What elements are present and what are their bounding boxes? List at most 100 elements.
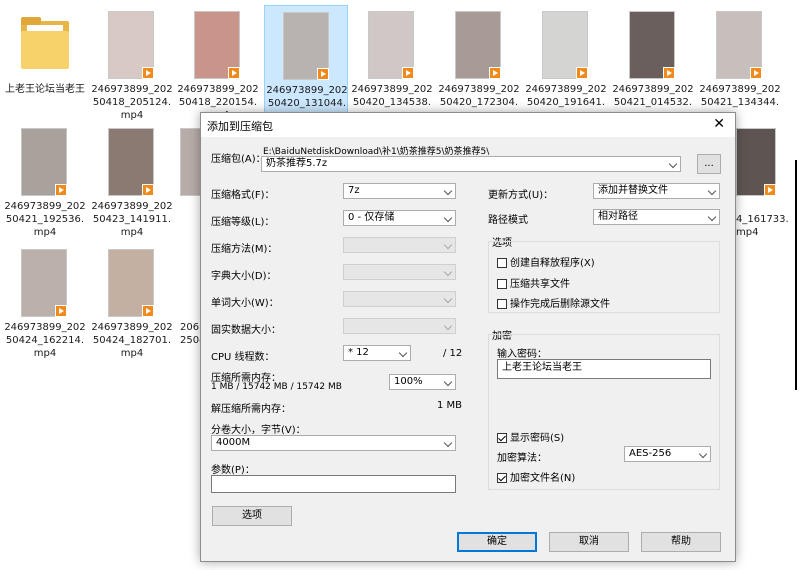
file-name-line: 50418_205124.: [92, 97, 172, 108]
level-value: 0 - 仅存储: [348, 212, 395, 223]
file-name-line: 50424_162214.: [5, 335, 85, 346]
checkbox-box: [497, 299, 507, 309]
format-combo[interactable]: 7z: [343, 183, 456, 199]
file-name-line: mp4: [33, 227, 57, 238]
method-combo[interactable]: [343, 237, 456, 253]
file-name-line: mp4: [33, 348, 57, 359]
volume-label: 分卷大小，字节(V)：: [211, 425, 306, 436]
video-file[interactable]: 246973899_202 50420_191641.: [524, 5, 608, 119]
format-label: 压缩格式(F)：: [211, 190, 275, 201]
video-file-partial[interactable]: 206 2504: [176, 243, 205, 357]
checkbox-box-checked: [497, 473, 507, 483]
chevron-down-icon: [443, 321, 453, 331]
cpu-combo[interactable]: * 12: [343, 345, 411, 361]
video-play-icon: [489, 67, 501, 79]
dict-combo[interactable]: [343, 264, 456, 280]
word-combo[interactable]: [343, 291, 456, 307]
options-button[interactable]: 选项: [212, 506, 292, 526]
solid-combo[interactable]: [343, 318, 456, 334]
video-file[interactable]: 246973899_202 50421_134344.: [698, 5, 782, 119]
show-password-label: 显示密码(S): [510, 433, 565, 444]
file-name-line: 246973899_202: [612, 84, 694, 95]
file-name-line: 246973899_202: [4, 201, 86, 212]
video-file[interactable]: 246973899_202 50420_172304.: [437, 5, 521, 119]
file-name-line: 50420_191641.: [526, 97, 606, 108]
chevron-down-icon: [443, 267, 453, 277]
params-input[interactable]: [211, 475, 456, 493]
solid-label: 固实数据大小：: [211, 325, 281, 336]
video-file[interactable]: 246973899_202 50421_192536. mp4: [3, 122, 87, 238]
file-name-line: 246973899_202: [177, 84, 259, 95]
archive-name-combo[interactable]: 奶茶推荐5.7z: [261, 156, 681, 172]
chevron-down-icon: [443, 213, 453, 223]
mem-decomp-label: 解压缩所需内存：: [211, 404, 291, 415]
file-name-line: 50420_131044.: [267, 98, 347, 109]
video-file[interactable]: 246973899_202 50420_134538.: [350, 5, 434, 119]
chevron-down-icon: [668, 159, 678, 169]
file-name-line: 246973899_202: [91, 201, 173, 212]
encrypt-names-label: 加密文件名(N): [510, 473, 576, 484]
video-file[interactable]: 246973899_202 50423_141911. mp4: [90, 122, 174, 238]
video-file-partial[interactable]: 4_161733. mp4: [726, 122, 796, 238]
password-input[interactable]: 上老王论坛当老王: [497, 359, 711, 379]
chevron-down-icon: [443, 186, 453, 196]
file-name-line: mp4: [120, 348, 144, 359]
dialog-title: 添加到压缩包: [207, 120, 273, 133]
video-play-icon: [142, 67, 154, 79]
chevron-down-icon: [698, 449, 708, 459]
mem-percent-combo[interactable]: 100%: [389, 374, 456, 390]
mem-percent-value: 100%: [394, 376, 423, 387]
add-to-archive-dialog: 添加到压缩包 ✕ 压缩包(A)： E:\BaiduNetdiskDownload…: [200, 112, 736, 562]
file-name-line: 50423_141911.: [92, 214, 172, 225]
sfx-checkbox[interactable]: 创建自释放程序(X): [497, 254, 595, 269]
word-label: 单词大小(W)：: [211, 298, 279, 309]
video-play-icon: [142, 184, 154, 196]
help-button[interactable]: 帮助: [641, 532, 721, 552]
video-file[interactable]: 246973899_202 50418_205124. mp4: [90, 5, 174, 121]
archive-name-value: 奶茶推荐5.7z: [266, 158, 328, 169]
format-value: 7z: [348, 185, 360, 196]
video-file-selected[interactable]: 246973899_202 50420_131044.: [264, 5, 348, 119]
enc-method-combo[interactable]: AES-256: [624, 446, 711, 462]
file-name-line: 50421_192536.: [5, 214, 85, 225]
file-name-line: 246973899_202: [699, 84, 781, 95]
level-label: 压缩等级(L)：: [211, 217, 275, 228]
folder-icon: [21, 17, 69, 69]
video-play-icon: [576, 67, 588, 79]
video-file[interactable]: 246973899_20250418_220154.mp4: [176, 5, 260, 121]
delete-checkbox[interactable]: 操作完成后删除源文件: [497, 295, 610, 310]
file-name-line: 50424_182701.: [92, 335, 172, 346]
show-password-checkbox[interactable]: 显示密码(S): [497, 429, 564, 444]
file-name-line: 246973899_202: [91, 322, 173, 333]
close-icon[interactable]: ✕: [713, 116, 725, 132]
video-file[interactable]: 246973899_202 50424_162214. mp4: [3, 243, 87, 359]
video-file[interactable]: 246973899_202 50421_014532.: [611, 5, 695, 119]
file-name-line: 50418_220154.: [178, 97, 258, 108]
browse-button[interactable]: ...: [697, 154, 721, 174]
window-edge: [795, 160, 797, 390]
folder-name: 上老王论坛当老王: [5, 84, 85, 95]
level-combo[interactable]: 0 - 仅存储: [343, 210, 456, 226]
volume-combo[interactable]: 4000M: [211, 435, 456, 451]
file-name-line: mp4: [120, 227, 144, 238]
cancel-button[interactable]: 取消: [549, 532, 629, 552]
file-name-line: 50421_134344.: [700, 97, 780, 108]
mem-decomp-value: 1 MB: [437, 400, 463, 411]
dialog-titlebar: 添加到压缩包 ✕: [201, 113, 735, 137]
checkbox-box-checked: [497, 433, 507, 443]
chevron-down-icon: [443, 294, 453, 304]
shared-checkbox[interactable]: 压缩共享文件: [497, 275, 570, 290]
password-label: 输入密码：: [497, 349, 547, 360]
video-play-icon: [55, 184, 67, 196]
folder-item[interactable]: 上老王论坛当老王: [3, 5, 87, 119]
file-name-line: 4_161733.: [736, 214, 789, 225]
video-thumbnail: [180, 128, 202, 196]
path-combo[interactable]: 相对路径: [593, 209, 720, 225]
encrypt-names-checkbox[interactable]: 加密文件名(N): [497, 469, 575, 484]
ok-button[interactable]: 确定: [457, 532, 537, 552]
path-label: 路径模式: [488, 215, 528, 226]
video-file[interactable]: 246973899_202 50424_182701. mp4: [90, 243, 174, 359]
sfx-label: 创建自释放程序(X): [510, 258, 595, 269]
file-name-line: 246973899_202: [266, 85, 348, 96]
update-combo[interactable]: 添加并替换文件: [593, 183, 720, 199]
